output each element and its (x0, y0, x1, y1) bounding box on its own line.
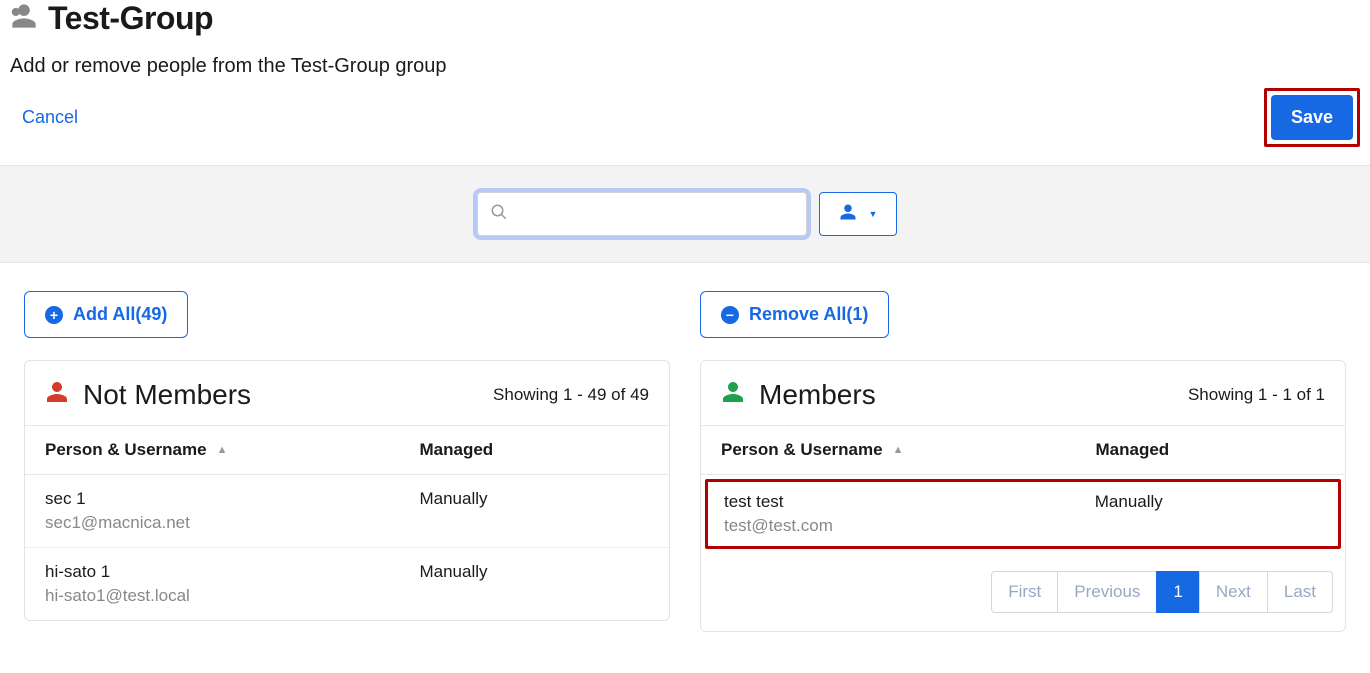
not-members-title: Not Members (83, 379, 251, 411)
minus-circle-icon: − (721, 306, 739, 324)
managed-value: Manually (419, 489, 649, 533)
table-row[interactable]: hi-sato 1 hi-sato1@test.local Manually (25, 548, 669, 620)
chevron-down-icon: ▼ (869, 209, 878, 219)
managed-value: Manually (419, 562, 649, 606)
members-showing: Showing 1 - 1 of 1 (1188, 385, 1325, 405)
table-row[interactable]: test test test@test.com Manually (705, 479, 1341, 549)
page-title: Test-Group (48, 0, 213, 37)
search-icon (490, 203, 508, 226)
column-person-username[interactable]: Person & Username ▲ (721, 440, 1095, 460)
search-bar: ▼ (0, 165, 1370, 263)
page-previous[interactable]: Previous (1057, 571, 1157, 613)
page-1[interactable]: 1 (1156, 571, 1199, 613)
add-all-label: Add All(49) (73, 304, 167, 325)
members-title: Members (759, 379, 876, 411)
person-name: hi-sato 1 (45, 562, 190, 582)
page-last[interactable]: Last (1267, 571, 1333, 613)
not-members-column: + Add All(49) Not Members Showing 1 - 49… (24, 291, 670, 632)
remove-all-button[interactable]: − Remove All(1) (700, 291, 889, 338)
plus-circle-icon: + (45, 306, 63, 324)
sort-asc-icon: ▲ (893, 444, 904, 456)
add-all-button[interactable]: + Add All(49) (24, 291, 188, 338)
remove-all-label: Remove All(1) (749, 304, 868, 325)
person-icon (839, 203, 857, 226)
search-type-dropdown[interactable]: ▼ (819, 192, 897, 236)
column-managed[interactable]: Managed (1095, 440, 1325, 460)
person-username: sec1@macnica.net (45, 513, 190, 533)
not-members-panel: Not Members Showing 1 - 49 of 49 Person … (24, 360, 670, 621)
members-column: − Remove All(1) Members Showing 1 - 1 of… (700, 291, 1346, 632)
search-focus-ring (473, 188, 811, 240)
person-username: test@test.com (724, 516, 833, 536)
cancel-button[interactable]: Cancel (10, 99, 90, 136)
person-username: hi-sato1@test.local (45, 586, 190, 606)
column-person-username[interactable]: Person & Username ▲ (45, 440, 419, 460)
sort-asc-icon: ▲ (217, 444, 228, 456)
search-input[interactable] (516, 205, 794, 223)
save-highlight: Save (1264, 88, 1360, 147)
members-panel: Members Showing 1 - 1 of 1 Person & User… (700, 360, 1346, 632)
page-next[interactable]: Next (1199, 571, 1268, 613)
group-icon (10, 2, 38, 35)
column-managed[interactable]: Managed (419, 440, 649, 460)
person-icon (721, 379, 745, 411)
table-row[interactable]: sec 1 sec1@macnica.net Manually (25, 475, 669, 548)
pagination: First Previous 1 Next Last (701, 553, 1345, 631)
page-first[interactable]: First (991, 571, 1058, 613)
not-members-showing: Showing 1 - 49 of 49 (493, 385, 649, 405)
page-subtitle: Add or remove people from the Test-Group… (10, 55, 1360, 78)
person-name: test test (724, 492, 833, 512)
save-button[interactable]: Save (1271, 95, 1353, 140)
managed-value: Manually (1095, 492, 1322, 536)
person-icon (45, 379, 69, 411)
person-name: sec 1 (45, 489, 190, 509)
